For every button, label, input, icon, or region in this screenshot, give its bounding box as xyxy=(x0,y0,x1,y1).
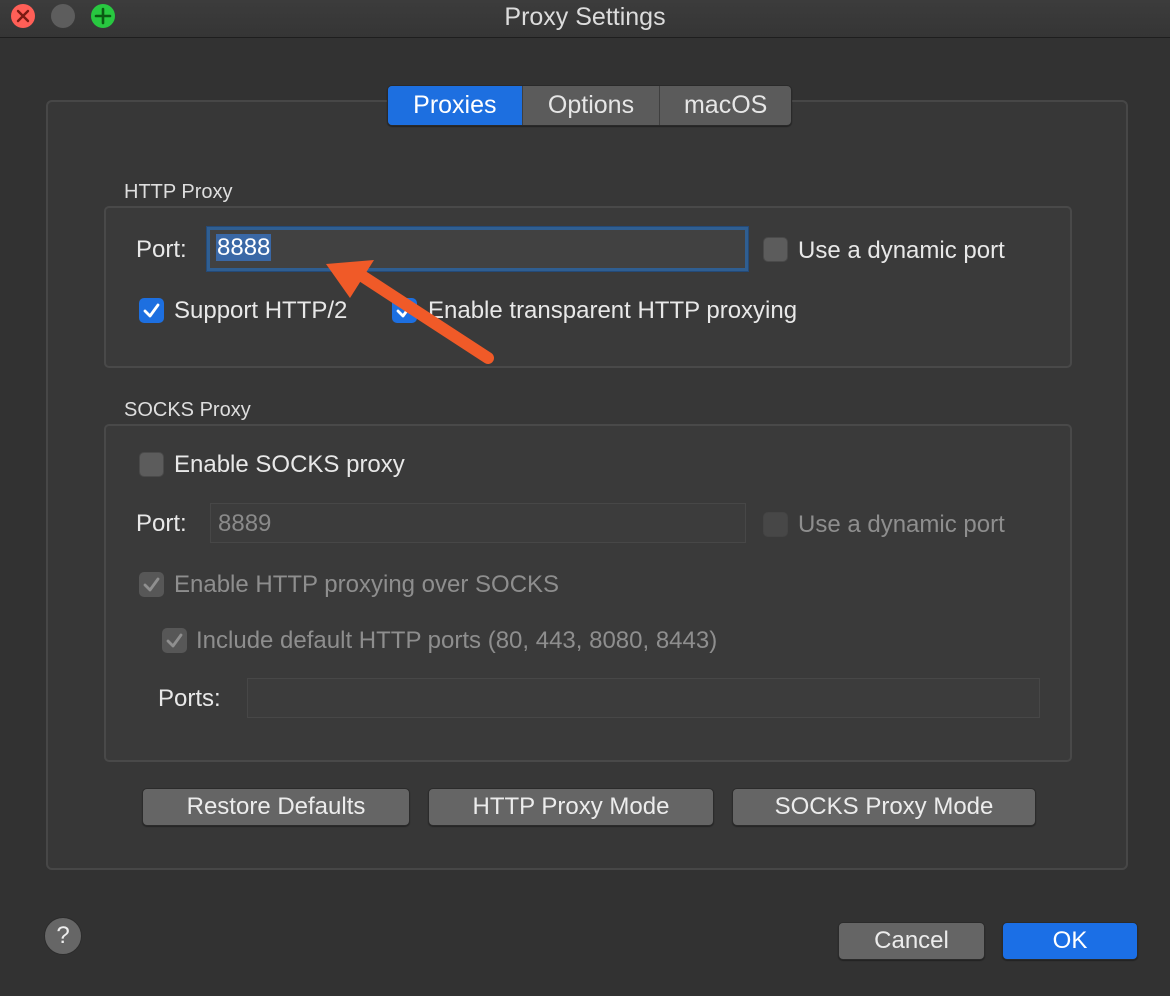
http-dynamic-port-checkbox[interactable] xyxy=(763,237,788,262)
cancel-button[interactable]: Cancel xyxy=(838,922,985,960)
checkmark-icon xyxy=(143,577,160,592)
http-over-socks-checkbox[interactable] xyxy=(139,572,164,597)
support-http2-checkbox[interactable] xyxy=(139,298,164,323)
include-default-ports-checkbox[interactable] xyxy=(162,628,187,653)
http-proxy-group-label: HTTP Proxy xyxy=(124,181,233,203)
enable-socks-checkbox[interactable] xyxy=(139,452,164,477)
tab-macos[interactable]: macOS xyxy=(659,86,791,125)
http-over-socks-label: Enable HTTP proxying over SOCKS xyxy=(174,571,560,598)
http-dynamic-port-label: Use a dynamic port xyxy=(798,237,1005,264)
checkmark-icon xyxy=(143,303,160,318)
checkmark-icon xyxy=(166,633,183,648)
socks-proxy-mode-button[interactable]: SOCKS Proxy Mode xyxy=(732,788,1036,826)
socks-dynamic-port-label: Use a dynamic port xyxy=(798,511,1005,538)
http-port-input[interactable]: 8888 xyxy=(207,227,748,271)
checkmark-icon xyxy=(396,303,413,318)
support-http2-label: Support HTTP/2 xyxy=(174,297,348,324)
restore-defaults-button[interactable]: Restore Defaults xyxy=(142,788,410,826)
http-port-value: 8888 xyxy=(216,234,272,261)
socks-ports-input[interactable] xyxy=(247,678,1040,718)
title-bar: Proxy Settings xyxy=(0,0,1170,38)
socks-port-input[interactable]: 8889 xyxy=(210,503,746,543)
socks-proxy-group-label: SOCKS Proxy xyxy=(124,399,251,421)
tab-bar: Proxies Options macOS xyxy=(387,85,792,126)
socks-dynamic-port-checkbox[interactable] xyxy=(763,512,788,537)
ok-button[interactable]: OK xyxy=(1002,922,1138,960)
help-button[interactable]: ? xyxy=(44,917,82,955)
tab-options[interactable]: Options xyxy=(521,86,660,125)
transparent-proxying-checkbox[interactable] xyxy=(392,298,417,323)
http-proxy-mode-button[interactable]: HTTP Proxy Mode xyxy=(428,788,714,826)
tab-proxies[interactable]: Proxies xyxy=(388,86,522,125)
enable-socks-label: Enable SOCKS proxy xyxy=(174,451,405,478)
include-default-ports-label: Include default HTTP ports (80, 443, 808… xyxy=(196,627,718,654)
socks-ports-label: Ports: xyxy=(158,685,221,712)
http-port-label: Port: xyxy=(136,236,187,263)
transparent-proxying-label: Enable transparent HTTP proxying xyxy=(428,297,798,324)
socks-port-label: Port: xyxy=(136,510,187,537)
window-title: Proxy Settings xyxy=(504,3,666,31)
